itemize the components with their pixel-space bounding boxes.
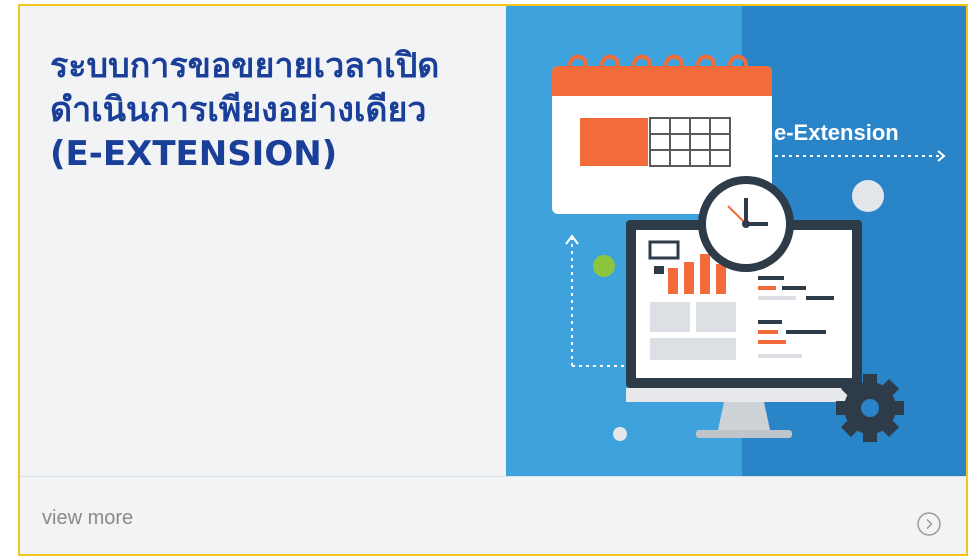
- e-extension-illustration: e-Extension: [506, 6, 966, 476]
- card-title-line-1: ระบบการขอขยายเวลาเปิด: [50, 46, 440, 86]
- card-footer: view more: [20, 476, 966, 554]
- service-card[interactable]: ระบบการขอขยายเวลาเปิด ดำเนินการเพียงอย่า…: [18, 4, 968, 556]
- decor-dot-green: [593, 255, 615, 277]
- chevron-right-circle-icon[interactable]: [916, 511, 942, 537]
- decor-dot-white: [613, 427, 627, 441]
- card-title: ระบบการขอขยายเวลาเปิด ดำเนินการเพียงอย่า…: [50, 44, 490, 176]
- decor-dot-gray: [852, 180, 884, 212]
- e-extension-label: e-Extension: [774, 120, 899, 145]
- view-more-link[interactable]: view more: [42, 507, 133, 530]
- card-title-line-3: (E-EXTENSION): [50, 134, 338, 174]
- gear-icon: [836, 374, 904, 442]
- card-title-line-2: ดำเนินการเพียงอย่างเดียว: [50, 90, 427, 130]
- clock-icon: [698, 176, 794, 272]
